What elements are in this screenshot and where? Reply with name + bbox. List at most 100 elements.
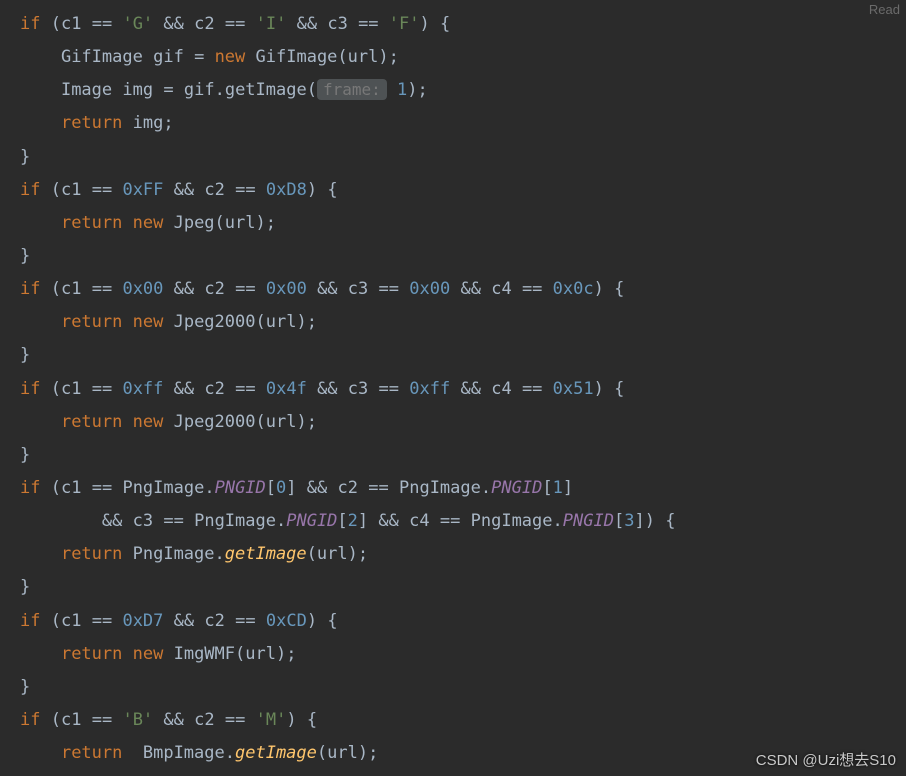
ctor-Jpeg: Jpeg	[174, 213, 215, 233]
class-PngImage: PngImage	[471, 511, 553, 531]
op-eq: ==	[235, 611, 255, 631]
param-hint-frame: frame:	[317, 79, 387, 100]
op-eq: ==	[225, 14, 245, 34]
op-assign: =	[163, 80, 173, 100]
keyword-new: new	[133, 312, 164, 332]
hint-space	[387, 80, 397, 100]
class-BmpImage: BmpImage	[143, 743, 225, 763]
paren-open: (	[337, 47, 347, 67]
semicolon: ;	[307, 412, 317, 432]
semicolon: ;	[163, 113, 173, 133]
dot: .	[276, 511, 286, 531]
num-0: 0	[276, 478, 286, 498]
ctor-ImgWMF: ImgWMF	[174, 644, 235, 664]
var-url: url	[266, 412, 297, 432]
brace-open: {	[307, 710, 317, 730]
bracket-close: ]	[634, 511, 644, 531]
keyword-if: if	[20, 14, 40, 34]
op-and: &&	[174, 279, 194, 299]
op-and: &&	[163, 710, 183, 730]
char-G: 'G'	[122, 14, 153, 34]
ctor-GifImage: GifImage	[256, 47, 338, 67]
op-eq: ==	[92, 379, 112, 399]
hex-ff: 0xff	[122, 379, 163, 399]
keyword-return: return	[61, 644, 122, 664]
paren-close: )	[296, 412, 306, 432]
keyword-if: if	[20, 710, 40, 730]
var-url: url	[245, 644, 276, 664]
paren-open: (	[235, 644, 245, 664]
paren-open: (	[255, 312, 265, 332]
dot: .	[215, 544, 225, 564]
dot: .	[225, 743, 235, 763]
paren-close: )	[276, 644, 286, 664]
var-c3: c3	[133, 511, 153, 531]
keyword-return: return	[61, 544, 122, 564]
var-c1: c1	[61, 478, 81, 498]
method-getImage: getImage	[225, 80, 307, 100]
code-editor[interactable]: if (c1 == 'G' && c2 == 'I' && c3 == 'F')…	[0, 0, 906, 770]
type-Image: Image	[61, 80, 112, 100]
var-c2: c2	[204, 611, 224, 631]
semicolon: ;	[418, 80, 428, 100]
hex-00: 0x00	[122, 279, 163, 299]
watermark-text: CSDN @Uzi想去S10	[756, 749, 896, 770]
paren-close: )	[594, 379, 604, 399]
brace-close: }	[20, 147, 30, 167]
hint-label: frame:	[323, 80, 381, 99]
op-eq: ==	[522, 279, 542, 299]
var-c1: c1	[61, 611, 81, 631]
bracket-close: ]	[563, 478, 573, 498]
char-I: 'I'	[256, 14, 287, 34]
var-c4: c4	[491, 279, 511, 299]
var-c4: c4	[409, 511, 429, 531]
brace-close: }	[20, 577, 30, 597]
var-c2: c2	[204, 180, 224, 200]
hex-CD: 0xCD	[266, 611, 307, 631]
paren-close: )	[594, 279, 604, 299]
hex-00: 0x00	[409, 279, 450, 299]
op-eq: ==	[522, 379, 542, 399]
op-eq: ==	[358, 14, 378, 34]
paren-open: (	[255, 412, 265, 432]
char-M: 'M'	[256, 710, 287, 730]
semicolon: ;	[266, 213, 276, 233]
op-eq: ==	[92, 611, 112, 631]
paren-open: (	[307, 80, 317, 100]
keyword-return: return	[61, 412, 122, 432]
paren-close: )	[307, 611, 317, 631]
brace-open: {	[614, 379, 624, 399]
paren-close: )	[348, 544, 358, 564]
paren-close: )	[307, 180, 317, 200]
ctor-Jpeg2000: Jpeg2000	[174, 312, 256, 332]
keyword-if: if	[20, 478, 40, 498]
bracket-open: [	[266, 478, 276, 498]
static-PNGID: PNGID	[286, 511, 337, 531]
keyword-new: new	[133, 213, 164, 233]
op-eq: ==	[368, 478, 388, 498]
class-PngImage: PngImage	[122, 478, 204, 498]
var-c2: c2	[194, 14, 214, 34]
static-PNGID: PNGID	[563, 511, 614, 531]
class-PngImage: PngImage	[194, 511, 276, 531]
paren-open: (	[51, 478, 61, 498]
hex-00: 0x00	[266, 279, 307, 299]
char-B: 'B'	[122, 710, 153, 730]
hex-ff: 0xff	[409, 379, 450, 399]
paren-close: )	[645, 511, 655, 531]
hex-FF: 0xFF	[122, 180, 163, 200]
keyword-return: return	[61, 213, 122, 233]
var-c1: c1	[61, 14, 81, 34]
op-eq: ==	[92, 14, 112, 34]
brace-open: {	[327, 611, 337, 631]
keyword-if: if	[20, 611, 40, 631]
paren-open: (	[317, 743, 327, 763]
op-and: &&	[174, 180, 194, 200]
brace-open: {	[665, 511, 675, 531]
keyword-if: if	[20, 180, 40, 200]
ctor-Jpeg2000: Jpeg2000	[174, 412, 256, 432]
brace-open: {	[440, 14, 450, 34]
hex-D7: 0xD7	[122, 611, 163, 631]
var-c3: c3	[327, 14, 347, 34]
keyword-new: new	[133, 412, 164, 432]
